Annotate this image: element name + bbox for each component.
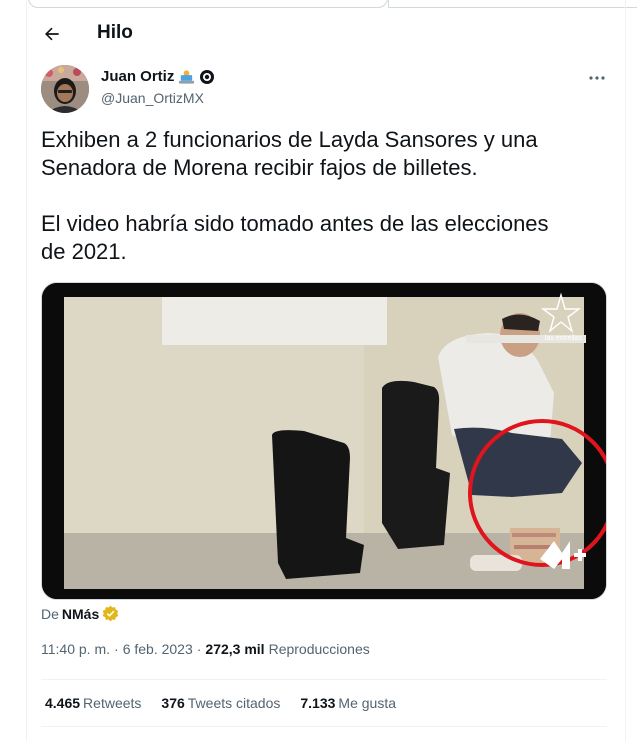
divider	[41, 679, 607, 680]
media-source: De NMás	[41, 605, 119, 622]
quotes-stat[interactable]: 376 Tweets citados	[161, 695, 280, 711]
more-options-button[interactable]	[585, 66, 609, 90]
video-frame: las estrellas	[42, 283, 606, 599]
author-name[interactable]: Juan Ortiz	[101, 68, 174, 85]
tweet-time[interactable]: 11:40 p. m.	[41, 641, 110, 657]
thread-header: Hilo	[26, 10, 624, 58]
tweet-text: Exhiben a 2 funcionarios de Layda Sansor…	[41, 127, 549, 264]
back-arrow-icon	[45, 27, 59, 41]
retweets-stat[interactable]: 4.465 Retweets	[45, 695, 141, 711]
quotes-label: Tweets citados	[187, 695, 281, 711]
page-title: Hilo	[97, 22, 133, 43]
divider	[41, 726, 607, 727]
more-icon	[589, 76, 605, 80]
avatar-photo	[41, 65, 89, 113]
tweet-video[interactable]: las estrellas	[41, 282, 607, 600]
likes-label: Me gusta	[338, 695, 397, 711]
meta-separator: ·	[114, 641, 119, 657]
back-button[interactable]	[38, 20, 66, 48]
views-label: Reproducciones	[268, 641, 370, 657]
likes-stat[interactable]: 7.133 Me gusta	[300, 695, 396, 711]
retweets-count: 4.465	[45, 695, 81, 711]
author-name-row: Juan Ortiz	[101, 68, 215, 85]
views-count: 272,3 mil	[205, 641, 265, 657]
channel-watermark: las estrellas	[545, 335, 582, 342]
author-handle[interactable]: @Juan_OrtizMX	[101, 90, 204, 106]
source-prefix: De	[41, 605, 59, 622]
likes-count: 7.133	[300, 695, 336, 711]
retweets-label: Retweets	[83, 695, 142, 711]
gray-verified-icon	[200, 69, 215, 84]
tweet-stats: 4.465 Retweets 376 Tweets citados 7.133 Me …	[45, 695, 396, 711]
laptop-emoji-icon	[179, 69, 195, 84]
avatar[interactable]	[41, 65, 89, 113]
source-name[interactable]: NMás	[62, 606, 99, 622]
tweet-date[interactable]: 6 feb. 2023	[123, 641, 193, 657]
gold-verified-icon	[103, 605, 119, 622]
tweet-meta: 11:40 p. m. · 6 feb. 2023 · 272,3 mil Re…	[41, 641, 370, 657]
quotes-count: 376	[161, 695, 185, 711]
meta-separator: ·	[196, 641, 202, 657]
